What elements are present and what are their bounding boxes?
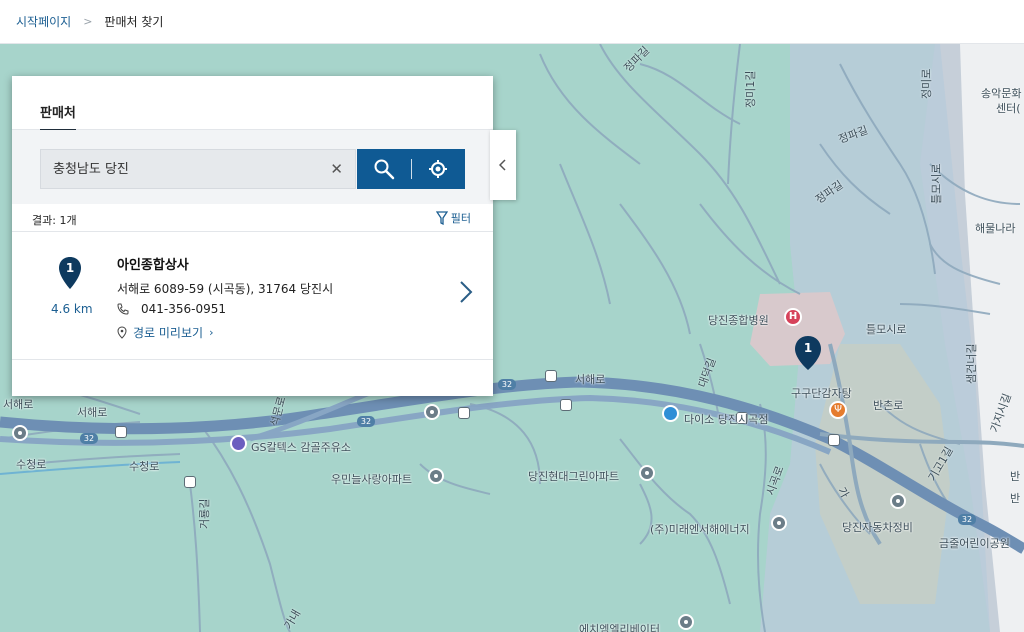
breadcrumb-home-link[interactable]: 시작페이지 <box>16 13 71 30</box>
search-area: ✕ <box>12 130 493 204</box>
map-label: 에치엠엘리베이터 <box>579 623 660 632</box>
search-input[interactable] <box>53 160 323 175</box>
map-label: 당진자동차정비 <box>842 521 913 534</box>
map-label: 금줄어린이공원 <box>939 537 1010 550</box>
poi-marker-icon[interactable] <box>678 614 694 630</box>
results-bar: 결과: 1개 필터 <box>12 204 493 232</box>
route-shield-32: 32 <box>357 416 375 427</box>
breadcrumb-separator: > <box>83 15 93 28</box>
map-label: 수청로 <box>129 460 160 473</box>
map-label: 다이소 당진시곡점 <box>684 413 769 426</box>
dealer-phone-number[interactable]: 041-356-0951 <box>141 302 226 316</box>
map-label: GS칼텍스 감골주유소 <box>251 441 351 454</box>
poi-marker-icon[interactable] <box>771 515 787 531</box>
phone-icon <box>117 303 129 315</box>
map-label: (주)미래엔서해에너지 <box>650 523 750 536</box>
route-preview-label: 경로 미리보기 <box>133 326 204 340</box>
poi-marker-icon[interactable] <box>639 465 655 481</box>
poi-marker-icon[interactable] <box>12 425 28 441</box>
bus-stop-icon[interactable] <box>115 426 127 438</box>
map-label: 틀모시로 <box>930 163 943 204</box>
bus-stop-icon[interactable] <box>560 399 572 411</box>
tab-dealers[interactable]: 판매처 <box>40 102 76 131</box>
search-buttons <box>357 149 465 189</box>
map-label: 수청로 <box>16 458 47 471</box>
search-button[interactable] <box>357 149 411 189</box>
dealer-distance: 4.6 km <box>51 302 93 316</box>
restaurant-icon[interactable]: Ψ <box>829 401 847 419</box>
map-label: 당진종합병원 <box>708 314 769 327</box>
result-count: 결과: 1개 <box>32 214 77 227</box>
map-label: 서해로 <box>3 398 34 411</box>
map-label: 서해로 <box>77 406 108 419</box>
map-label: 우민늘사랑아파트 <box>331 473 412 486</box>
chevron-right-icon[interactable] <box>459 280 473 304</box>
bus-stop-icon[interactable] <box>458 407 470 419</box>
map-label: 구구단감자탕 <box>791 387 852 400</box>
crosshair-icon <box>429 160 448 178</box>
map-label: 송악문화 <box>981 87 1022 100</box>
collapse-panel-button[interactable] <box>490 130 516 200</box>
dealer-name: 아인종합상사 <box>117 258 189 273</box>
filter-label: 필터 <box>450 212 471 225</box>
filter-button[interactable]: 필터 <box>435 210 471 226</box>
chevron-left-icon <box>499 159 506 171</box>
location-marker-icon <box>117 326 127 339</box>
filter-icon <box>435 211 448 225</box>
dealer-address: 서해로 6089-59 (시곡동), 31764 당진시 <box>117 282 334 296</box>
bus-stop-icon[interactable] <box>545 370 557 382</box>
map-label: 반 <box>1010 470 1021 483</box>
map-label: 센터( <box>996 102 1021 115</box>
bus-stop-icon[interactable] <box>828 434 840 446</box>
search-icon <box>374 159 394 180</box>
dealer-pin-number: 1 <box>65 261 75 275</box>
dealer-phone: 041-356-0951 <box>117 302 226 316</box>
hospital-icon[interactable]: H <box>784 308 802 326</box>
map-label: 틀모시로 <box>866 323 907 336</box>
map-label: 서해로 <box>575 373 606 386</box>
dealer-list-item[interactable]: 1 4.6 km 아인종합상사 서해로 6089-59 (시곡동), 31764… <box>12 232 493 360</box>
map-label: 당진현대그린아파트 <box>528 470 620 483</box>
map-label: 반촌로 <box>873 399 904 412</box>
chevron-right-icon: › <box>209 326 214 339</box>
route-shield-32: 32 <box>958 514 976 525</box>
poi-marker-icon[interactable] <box>428 468 444 484</box>
locate-me-button[interactable] <box>411 149 465 189</box>
map-label: 해물나라 <box>975 222 1016 235</box>
map-label: 정미로 <box>920 68 933 99</box>
map-label: 정미1길 <box>744 70 757 108</box>
shopping-icon[interactable] <box>662 405 679 422</box>
breadcrumb-current: 판매처 찾기 <box>104 15 164 29</box>
dealer-search-panel: 판매처 ✕ <box>12 76 493 396</box>
gas-station-icon[interactable] <box>230 435 247 452</box>
poi-marker-icon[interactable] <box>424 404 440 420</box>
map-dealer-marker-number: 1 <box>803 341 813 355</box>
map-label: 샘건너길 <box>965 343 978 384</box>
map-label: 반 <box>1010 492 1021 505</box>
breadcrumb: 시작페이지 > 판매처 찾기 <box>0 0 1024 44</box>
panel-header: 판매처 <box>12 76 493 131</box>
route-shield-32: 32 <box>80 433 98 444</box>
clear-icon[interactable]: ✕ <box>330 160 343 178</box>
poi-marker-icon[interactable] <box>890 493 906 509</box>
map-label: 거룡길 <box>198 498 211 529</box>
route-shield-32: 32 <box>498 379 516 390</box>
search-field[interactable]: ✕ <box>40 149 356 189</box>
divider <box>410 159 412 179</box>
bus-stop-icon[interactable] <box>184 476 196 488</box>
route-preview-link[interactable]: 경로 미리보기 › <box>117 324 213 341</box>
